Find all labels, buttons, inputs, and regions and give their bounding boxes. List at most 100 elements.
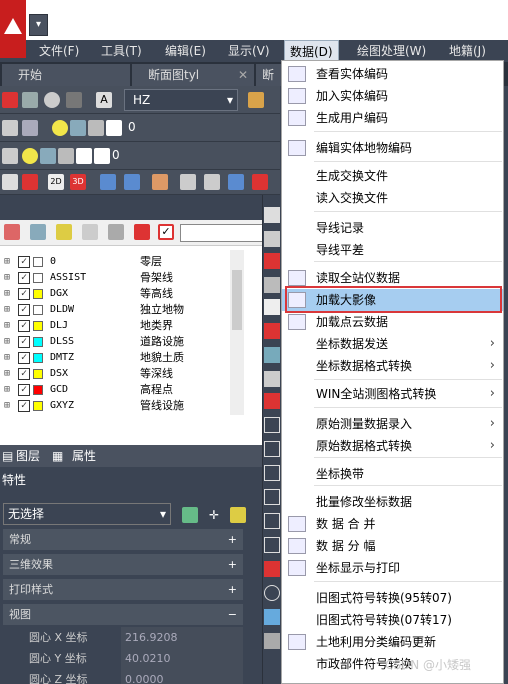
layer-row[interactable]: ⊞ ✓ DLJ 地类界 bbox=[0, 318, 230, 334]
menu-item[interactable]: 生成交换文件 bbox=[282, 165, 503, 187]
expand-icon[interactable]: ⊞ bbox=[4, 398, 10, 414]
expand-icon[interactable]: ⊞ bbox=[4, 318, 10, 334]
section-general[interactable]: 常规 + bbox=[3, 529, 243, 550]
lock-icon[interactable] bbox=[88, 120, 104, 136]
section-plot-style[interactable]: 打印样式 + bbox=[3, 579, 243, 600]
expand-icon[interactable]: ⊞ bbox=[4, 382, 10, 398]
lightbulb-icon[interactable] bbox=[52, 120, 68, 136]
pickadd-icon[interactable] bbox=[230, 507, 246, 523]
expand-icon[interactable]: ⊞ bbox=[4, 366, 10, 382]
close-icon[interactable]: ✕ bbox=[238, 64, 248, 86]
layer-icon[interactable] bbox=[2, 148, 18, 164]
tool-icon[interactable] bbox=[264, 277, 280, 293]
menu-item[interactable]: 导线平差 bbox=[282, 239, 503, 261]
menu-drawing[interactable]: 绘图处理(W) bbox=[352, 40, 431, 62]
tool-icon[interactable] bbox=[228, 174, 244, 190]
menu-item[interactable]: 坐标数据格式转换 › bbox=[282, 355, 503, 377]
color-swatch[interactable] bbox=[33, 353, 43, 363]
lightbulb-icon[interactable] bbox=[22, 148, 38, 164]
settings-icon[interactable] bbox=[134, 224, 150, 240]
menu-item[interactable]: 加载点云数据 bbox=[282, 311, 503, 333]
line-icon[interactable] bbox=[264, 609, 280, 625]
color-swatch[interactable] bbox=[33, 289, 43, 299]
layer-group-icon[interactable] bbox=[56, 224, 72, 240]
selection-select[interactable]: 无选择 ▾ bbox=[3, 503, 171, 525]
checkbox[interactable]: ✓ bbox=[18, 384, 30, 396]
tab-layers[interactable]: ▤ 图层 bbox=[2, 447, 46, 465]
tool-icon[interactable] bbox=[264, 393, 280, 409]
box-icon[interactable] bbox=[22, 92, 38, 108]
code-icon[interactable] bbox=[264, 207, 280, 223]
checkbox[interactable]: ✓ bbox=[18, 304, 30, 316]
menu-item[interactable]: 坐标换带 bbox=[282, 463, 503, 485]
menu-edit[interactable]: 编辑(E) bbox=[160, 40, 211, 62]
expand-icon[interactable]: ⊞ bbox=[4, 350, 10, 366]
layer-row[interactable]: ⊞ ✓ DSX 等深线 bbox=[0, 366, 230, 382]
tool-icon[interactable] bbox=[152, 174, 168, 190]
menu-item[interactable]: 导线记录 bbox=[282, 217, 503, 239]
tool-icon[interactable] bbox=[2, 174, 18, 190]
menu-item[interactable]: 旧图式符号转换(95转07) bbox=[282, 587, 503, 609]
tool-icon[interactable] bbox=[264, 323, 280, 339]
checkbox[interactable]: ✓ bbox=[18, 272, 30, 284]
color-swatch-icon[interactable] bbox=[94, 148, 110, 164]
tool-icon[interactable] bbox=[264, 299, 280, 315]
color-swatch[interactable] bbox=[33, 369, 43, 379]
layer-row[interactable]: ⊞ ✓ DMTZ 地貌土质 bbox=[0, 350, 230, 366]
menu-data[interactable]: 数据(D) bbox=[284, 40, 339, 62]
expand-icon[interactable]: ⊞ bbox=[4, 270, 10, 286]
tool-icon[interactable] bbox=[22, 174, 38, 190]
tab-properties[interactable]: ▦ 属性 bbox=[52, 447, 112, 465]
tool-icon[interactable] bbox=[264, 633, 280, 649]
3d-icon[interactable]: 3D bbox=[70, 174, 86, 190]
cloud-icon[interactable] bbox=[76, 148, 92, 164]
menu-item[interactable]: 坐标显示与打印 bbox=[282, 557, 503, 579]
menu-item[interactable]: 旧图式符号转换(07转17) bbox=[282, 609, 503, 631]
sphere-icon[interactable] bbox=[44, 92, 60, 108]
menu-item[interactable]: 数 据 分 幅 bbox=[282, 535, 503, 557]
tool-icon[interactable] bbox=[264, 347, 280, 363]
quick-select-icon[interactable] bbox=[182, 507, 198, 523]
color-swatch-icon[interactable] bbox=[106, 120, 122, 136]
lock-icon[interactable] bbox=[58, 148, 74, 164]
checkbox[interactable]: ✓ bbox=[18, 320, 30, 332]
tool-icon[interactable] bbox=[264, 231, 280, 247]
menu-cadastre[interactable]: 地籍(J) bbox=[444, 40, 491, 62]
menu-item[interactable]: 编辑实体地物编码 bbox=[282, 137, 503, 159]
color-swatch[interactable] bbox=[33, 385, 43, 395]
dim-style-icon[interactable] bbox=[248, 92, 264, 108]
layer-row[interactable]: ⊞ ✓ ASSIST 骨架线 bbox=[0, 270, 230, 286]
layer-stack-icon[interactable] bbox=[108, 224, 124, 240]
layer-props-icon[interactable] bbox=[2, 120, 18, 136]
cube-icon[interactable] bbox=[66, 92, 82, 108]
tool-icon[interactable] bbox=[252, 174, 268, 190]
expand-icon[interactable]: ⊞ bbox=[4, 286, 10, 302]
color-swatch[interactable] bbox=[33, 257, 43, 267]
prop-value[interactable]: 0.0000 bbox=[121, 669, 243, 684]
layer-search-input[interactable] bbox=[180, 224, 268, 242]
checkbox[interactable]: ✓ bbox=[18, 352, 30, 364]
scrollbar-thumb[interactable] bbox=[232, 270, 242, 330]
menu-item[interactable]: 坐标数据发送 › bbox=[282, 333, 503, 355]
tool-icon[interactable] bbox=[204, 174, 220, 190]
menu-item[interactable]: 原始数据格式转换 › bbox=[282, 435, 503, 457]
menu-item[interactable]: 数 据 合 并 bbox=[282, 513, 503, 535]
layer-row[interactable]: ⊞ ✓ DLSS 道路设施 bbox=[0, 334, 230, 350]
rect-icon[interactable] bbox=[264, 489, 280, 505]
layer-states-icon[interactable] bbox=[22, 120, 38, 136]
layer-row[interactable]: ⊞ ✓ GCD 高程点 bbox=[0, 382, 230, 398]
layer-row[interactable]: ⊞ ✓ GXYZ 管线设施 bbox=[0, 398, 230, 414]
expand-icon[interactable]: ⊞ bbox=[4, 302, 10, 318]
menu-display[interactable]: 显示(V) bbox=[223, 40, 275, 62]
color-swatch[interactable] bbox=[33, 337, 43, 347]
tool-icon[interactable] bbox=[264, 253, 280, 269]
menu-tools[interactable]: 工具(T) bbox=[96, 40, 147, 62]
menu-item[interactable]: 原始测量数据录入 › bbox=[282, 413, 503, 435]
rect-icon[interactable] bbox=[264, 465, 280, 481]
sun-icon[interactable] bbox=[40, 148, 56, 164]
tab-doc1[interactable]: 断面图tyl ✕ bbox=[132, 64, 254, 86]
checkmark-icon[interactable]: ✓ bbox=[158, 224, 174, 240]
new-layer-icon[interactable] bbox=[4, 224, 20, 240]
menu-item[interactable]: 批量修改坐标数据 bbox=[282, 491, 503, 513]
layer-row[interactable]: ⊞ ✓ DLDW 独立地物 bbox=[0, 302, 230, 318]
